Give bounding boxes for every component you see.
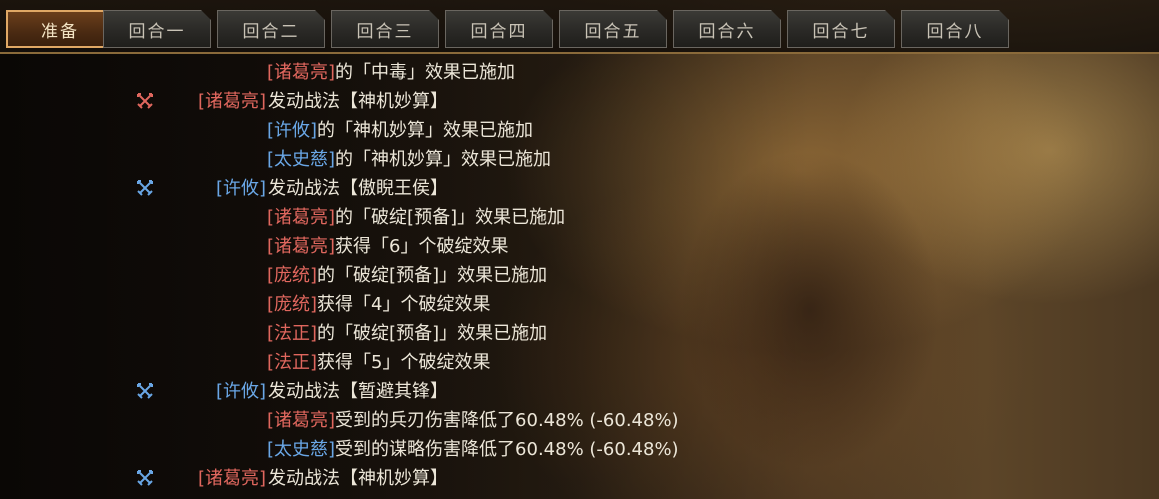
general-name[interactable]: [法正] [267, 352, 317, 373]
log-effect-row: [诸葛亮]的「破绽[预备]」效果已施加 [0, 202, 1159, 231]
log-effect-row: [法正]的「破绽[预备]」效果已施加 [0, 318, 1159, 347]
log-text: 的「破绽[预备]」效果已施加 [317, 265, 548, 286]
log-effect-row: [许攸]的「神机妙算」效果已施加 [0, 115, 1159, 144]
general-name[interactable]: [诸葛亮] [267, 207, 335, 228]
tab-round-2[interactable]: 回合二 [217, 10, 325, 48]
general-name[interactable]: [诸葛亮] [198, 91, 266, 112]
log-effect-row: [法正]获得「5」个破绽效果 [0, 347, 1159, 376]
general-name[interactable]: [诸葛亮] [267, 62, 335, 83]
log-effect-row: [诸葛亮]受到的兵刃伤害降低了60.48% (-60.48%) [0, 405, 1159, 434]
general-name[interactable]: [许攸] [267, 120, 317, 141]
log-text: 发动战法【暂避其锋】 [268, 381, 448, 402]
log-effect-row: [太史慈]的「神机妙算」效果已施加 [0, 144, 1159, 173]
general-name[interactable]: [太史慈] [267, 149, 335, 170]
log-effect-row: [诸葛亮]获得「6」个破绽效果 [0, 231, 1159, 260]
crossed-swords-icon [137, 179, 153, 196]
crossed-swords-icon [137, 469, 153, 486]
tab-round-8[interactable]: 回合八 [901, 10, 1009, 48]
log-effect-row: [庞统]的「破绽[预备]」效果已施加 [0, 260, 1159, 289]
general-name[interactable]: [诸葛亮] [198, 468, 266, 489]
log-text: 的「神机妙算」效果已施加 [317, 120, 534, 141]
log-skill-row: [诸葛亮] 发动战法【神机妙算】 [0, 86, 1159, 115]
log-text: 发动战法【傲睨王侯】 [268, 178, 448, 199]
log-effect-row: [诸葛亮]的「中毒」效果已施加 [0, 57, 1159, 86]
battle-log[interactable]: [诸葛亮]的「中毒」效果已施加 [诸葛亮] 发动战法【神机妙算】 [许攸]的「神机妙算… [0, 56, 1159, 499]
log-text: 的「中毒」效果已施加 [335, 62, 516, 83]
general-name[interactable]: [许攸] [216, 178, 266, 199]
log-text: 获得「4」个破绽效果 [317, 294, 491, 315]
log-skill-row: [许攸] 发动战法【暂避其锋】 [0, 376, 1159, 405]
general-name[interactable]: [诸葛亮] [267, 236, 335, 257]
tab-round-4[interactable]: 回合四 [445, 10, 553, 48]
tab-round-7[interactable]: 回合七 [787, 10, 895, 48]
general-name[interactable]: [法正] [267, 323, 317, 344]
log-text: 的「神机妙算」效果已施加 [335, 149, 552, 170]
log-effect-row: [太史慈]受到的谋略伤害降低了60.48% (-60.48%) [0, 434, 1159, 463]
log-skill-row: [诸葛亮] 发动战法【神机妙算】 [0, 463, 1159, 492]
log-text: 受到的兵刃伤害降低了60.48% (-60.48%) [335, 410, 679, 431]
log-text: 受到的谋略伤害降低了60.48% (-60.48%) [335, 439, 679, 460]
tab-round-1[interactable]: 回合一 [103, 10, 211, 48]
general-name[interactable]: [许攸] [216, 381, 266, 402]
log-text: 的「破绽[预备]」效果已施加 [317, 323, 548, 344]
general-name[interactable]: [诸葛亮] [267, 410, 335, 431]
tab-prepare[interactable]: 准备 [6, 10, 114, 48]
round-tab-bar: 准备 回合一 回合二 回合三 回合四 回合五 回合六 回合七 回合八 [0, 0, 1159, 54]
log-text: 发动战法【神机妙算】 [268, 468, 448, 489]
log-text: 获得「6」个破绽效果 [335, 236, 509, 257]
crossed-swords-icon [137, 382, 153, 399]
crossed-swords-icon [137, 92, 153, 109]
general-name[interactable]: [庞统] [267, 265, 317, 286]
log-effect-row: [庞统]获得「4」个破绽效果 [0, 289, 1159, 318]
log-skill-row: [许攸] 发动战法【傲睨王侯】 [0, 173, 1159, 202]
log-text: 发动战法【神机妙算】 [268, 91, 448, 112]
tab-round-6[interactable]: 回合六 [673, 10, 781, 48]
log-text: 获得「5」个破绽效果 [317, 352, 491, 373]
log-text: 的「破绽[预备]」效果已施加 [335, 207, 566, 228]
general-name[interactable]: [庞统] [267, 294, 317, 315]
tab-round-5[interactable]: 回合五 [559, 10, 667, 48]
general-name[interactable]: [太史慈] [267, 439, 335, 460]
tab-round-3[interactable]: 回合三 [331, 10, 439, 48]
